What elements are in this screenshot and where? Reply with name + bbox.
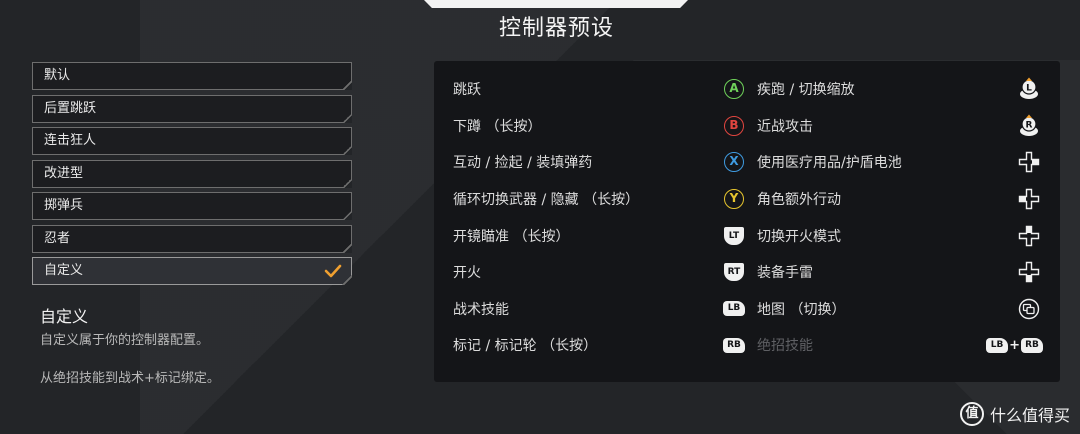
a-button-icon-glyph: A [724,79,744,100]
binding-row[interactable]: 互动 / 捡起 / 装填弹药 X [453,144,745,181]
binding-action-label: 跳跃 [453,82,481,99]
x-button-icon: X [723,151,745,173]
right-bumper-icon: RB [1021,337,1043,353]
page-title: 控制器预设 [498,16,614,41]
binding-row[interactable]: 开镜瞄准 （长按） LT [453,217,745,254]
preset-item[interactable]: 掷弹兵 [32,192,352,220]
binding-action-label: 近战攻击 [757,118,813,135]
left-bumper-icon-glyph: LB [723,301,745,317]
dpad-up-icon [1015,225,1043,247]
binding-column-left: 跳跃 A 下蹲 （长按） B 互动 / 捡起 / 装填弹药 X 循环切换武器 / 隐藏 （长… [453,71,745,364]
watermark-text: 什么值得买 [989,406,1070,425]
svg-text:R: R [1026,120,1033,130]
binding-row[interactable]: 切换开火模式 [757,217,1043,254]
binding-row[interactable]: 标记 / 标记轮 （长按） RB [453,327,745,364]
binding-column-right: 疾跑 / 切换缩放 L 近战攻击 R 使用医疗用品/护盾电池 角色额外行动 切换开火模式 装备… [757,71,1043,364]
header-tab-notch [424,0,688,8]
binding-action-label: 开火 [453,265,481,282]
binding-row[interactable]: 循环切换武器 / 隐藏 （长按） Y [453,181,745,218]
b-button-icon-glyph: B [724,115,744,136]
left-bumper-icon: LB [986,337,1009,353]
x-button-icon-glyph: X [724,152,744,173]
watermark-logo: 值 [959,402,984,426]
binding-row[interactable]: 角色额外行动 [757,181,1043,218]
preset-description: 自定义 自定义属于你的控制器配置。 从绝招技能到战术+标记绑定。 [40,303,370,386]
preset-item-label: 掷弹兵 [44,198,84,213]
binding-row[interactable]: 近战攻击 R [757,108,1043,145]
checkmark-icon [324,263,342,279]
y-button-icon-glyph: Y [724,189,744,210]
binding-row[interactable]: 跳跃 A [453,71,745,108]
dpad-left-icon [1015,188,1043,210]
preset-item-label: 默认 [44,68,71,83]
right-stick-click-icon: R [1015,114,1043,137]
watermark: 值 什么值得买 [959,402,1070,426]
binding-action-label: 循环切换武器 / 隐藏 （长按） [453,192,640,209]
plus-sign: + [1009,337,1020,353]
binding-action-label: 疾跑 / 切换缩放 [757,82,855,99]
right-trigger-icon: RT [723,261,745,283]
button-binding-panel: 跳跃 A 下蹲 （长按） B 互动 / 捡起 / 装填弹药 X 循环切换武器 / 隐藏 （长… [434,61,1060,382]
dpad-down-icon [1015,261,1043,283]
binding-action-label: 使用医疗用品/护盾电池 [757,155,902,172]
left-trigger-icon: LT [723,225,745,247]
binding-action-label: 装备手雷 [757,265,813,282]
binding-row[interactable]: 装备手雷 [757,254,1043,291]
preset-item[interactable]: 后置跳跃 [32,94,352,123]
binding-row[interactable]: 战术技能 LB [453,291,745,328]
preset-item[interactable]: 忍者 [32,224,352,253]
preset-item-label: 改进型 [44,165,84,181]
binding-action-label: 绝招技能 [757,338,813,355]
binding-row[interactable]: 绝招技能 LB + RB [757,327,1043,364]
binding-row[interactable]: 开火 RT [453,254,745,291]
binding-row[interactable]: 地图 （切换） [757,291,1043,328]
right-trigger-icon-glyph: RT [724,263,744,282]
preset-item-label: 后置跳跃 [44,100,97,116]
view-button-icon [1015,298,1043,320]
left-bumper-icon: LB [723,298,745,320]
preset-item[interactable]: 默认 [32,62,352,90]
preset-item-label: 自定义 [44,263,84,278]
binding-action-label: 切换开火模式 [757,228,841,245]
dpad-right-icon [1015,151,1043,173]
description-text: 自定义属于你的控制器配置。 [40,333,210,348]
binding-action-label: 角色额外行动 [757,192,841,209]
binding-action-label: 下蹲 （长按） [453,118,542,135]
binding-row[interactable]: 下蹲 （长按） B [453,108,745,145]
binding-row[interactable]: 疾跑 / 切换缩放 L [757,71,1043,108]
svg-text:L: L [1026,84,1032,94]
y-button-icon: Y [723,188,745,210]
b-button-icon: B [723,115,745,137]
binding-action-label: 标记 / 标记轮 （长按） [453,338,598,355]
a-button-icon: A [723,78,745,100]
right-bumper-icon: RB [723,334,745,356]
preset-item-label: 连击狂人 [44,133,97,148]
right-bumper-icon-glyph: RB [723,337,745,353]
preset-item-label: 忍者 [44,230,71,246]
left-trigger-icon-glyph: LT [724,226,744,245]
preset-item[interactable]: 改进型 [32,159,352,188]
binding-row[interactable]: 使用医疗用品/护盾电池 [757,144,1043,181]
binding-action-label: 互动 / 捡起 / 装填弹药 [453,155,593,172]
description-title: 自定义 [40,307,89,326]
preset-item[interactable]: 连击狂人 [32,127,352,155]
binding-action-label: 战术技能 [453,301,509,318]
left-stick-click-icon: L [1015,77,1043,100]
combo-keys: LB + RB [986,337,1043,353]
description-note: 从绝招技能到战术+标记绑定。 [40,371,220,386]
preset-list: 默认后置跳跃连击狂人改进型掷弹兵忍者自定义 [32,62,352,290]
lb-rb-combo-icon: LB + RB [986,334,1043,356]
binding-action-label: 地图 （切换） [757,301,846,318]
binding-action-label: 开镜瞄准 （长按） [453,228,570,245]
preset-item[interactable]: 自定义 [32,257,352,285]
